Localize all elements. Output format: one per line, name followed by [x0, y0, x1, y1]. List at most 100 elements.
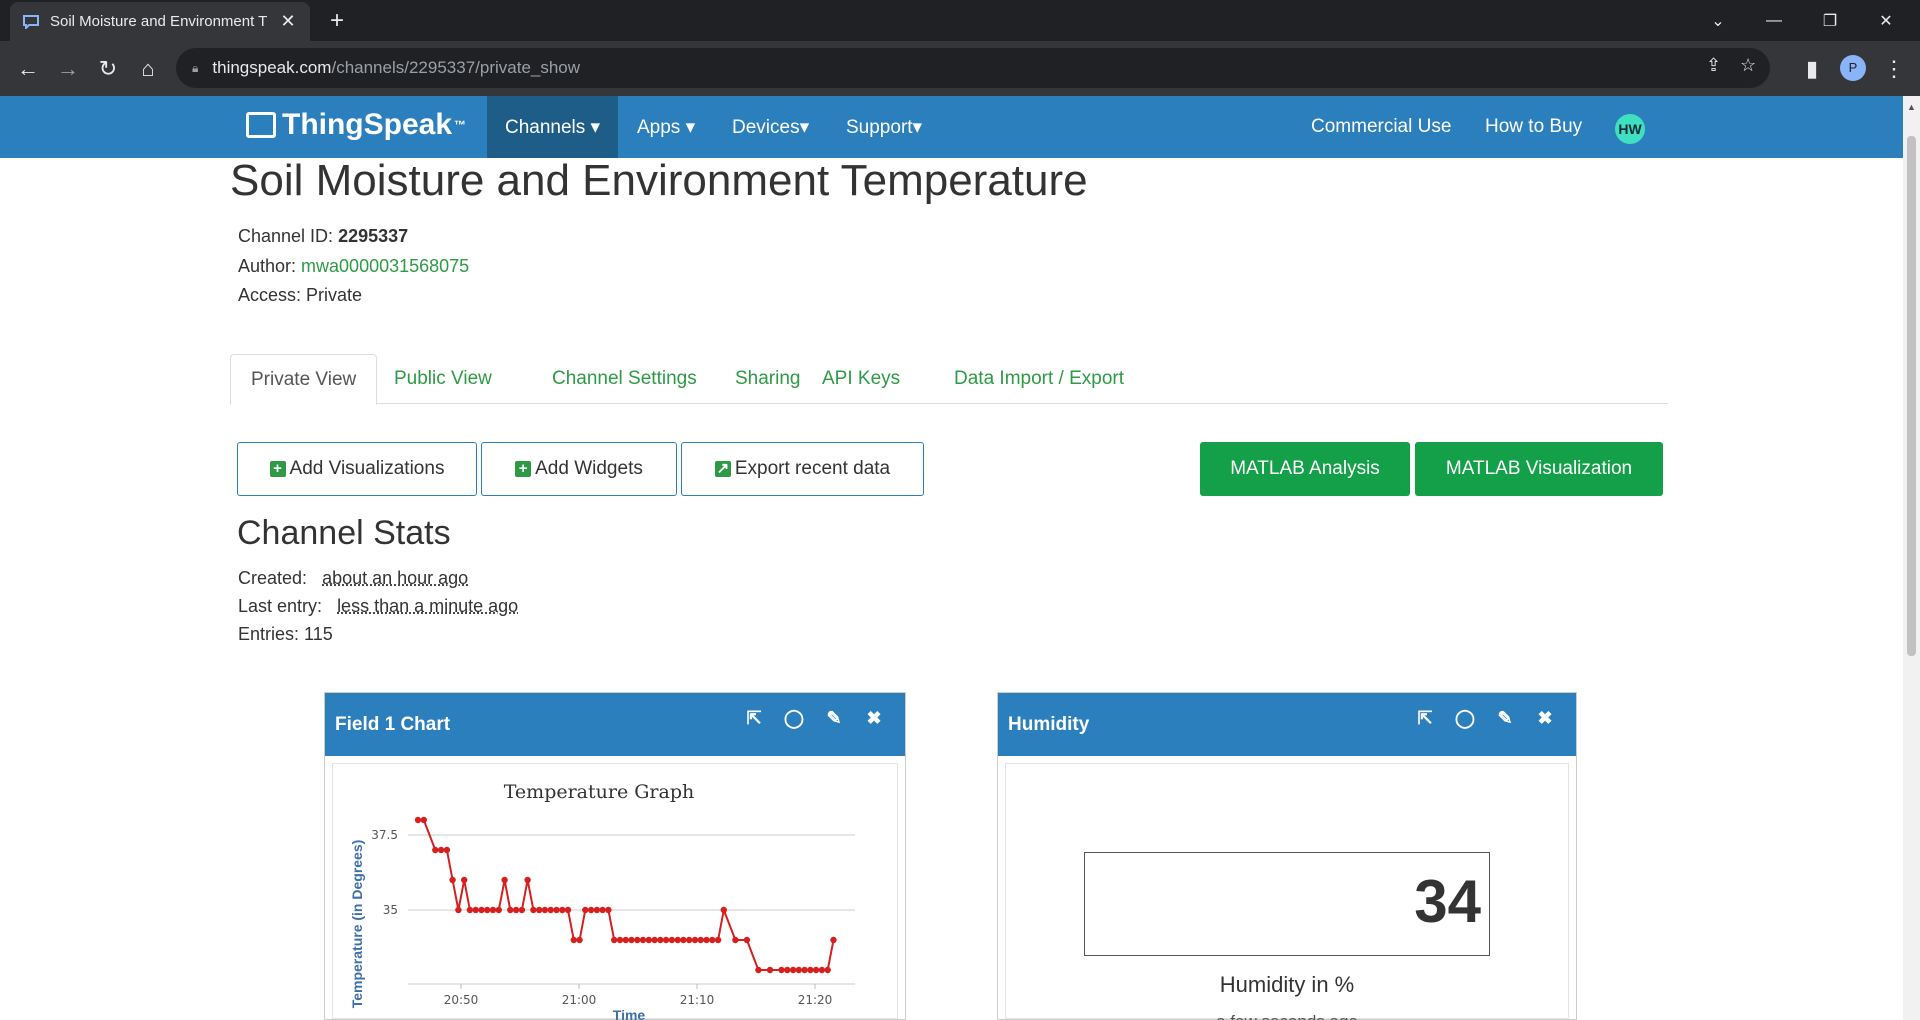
tab-private-view[interactable]: Private View	[230, 354, 378, 405]
chart-title: Temperature Graph	[504, 781, 695, 803]
thingspeak-logo[interactable]: ThingSpeak ™	[246, 108, 466, 142]
new-tab-icon[interactable]: +	[318, 6, 356, 36]
humidity-value-box: 34	[1084, 852, 1490, 956]
forward-icon[interactable]: →	[52, 53, 84, 85]
edit-pencil-icon[interactable]: ✎	[823, 707, 845, 729]
data-point	[639, 936, 647, 944]
minimize-icon[interactable]: —	[1746, 0, 1802, 41]
url-input[interactable]: 🔒︎ thingspeak.com/channels/2295337/priva…	[176, 48, 1770, 88]
data-point	[709, 936, 716, 944]
last-entry-line: Last entry: less than a minute ago	[238, 596, 518, 617]
add-widgets-button[interactable]: + Add Widgets	[481, 442, 677, 496]
humidity-value: 34	[1414, 868, 1481, 935]
export-label: Export recent data	[734, 458, 891, 479]
data-point	[732, 936, 739, 944]
matlab-analysis-button[interactable]: MATLAB Analysis	[1200, 442, 1410, 496]
close-icon[interactable]: ✖	[1534, 707, 1556, 729]
export-icon: ↗	[714, 460, 731, 477]
numeric-display-body: 34 Humidity in % a few seconds ago	[1005, 763, 1569, 1020]
data-point	[518, 906, 526, 914]
data-point	[784, 966, 791, 974]
created-label: Created:	[238, 568, 308, 588]
author-link[interactable]: mwa0000031568075	[301, 256, 469, 276]
data-point	[668, 936, 676, 944]
humidity-panel: Humidity ⇱ ◯ ✎ ✖ 34 Humidity in % a few …	[997, 692, 1577, 1020]
browser-tab[interactable]: Soil Moisture and Environment T ✕	[10, 2, 310, 41]
reload-icon[interactable]: ↻	[92, 53, 124, 85]
data-point	[743, 936, 751, 944]
nav-apps[interactable]: Apps ▾	[619, 96, 713, 158]
data-point	[611, 936, 618, 944]
window-close-icon[interactable]: ✕	[1858, 0, 1914, 41]
data-point	[443, 846, 451, 854]
author-line: Author: mwa0000031568075	[238, 256, 469, 277]
data-point	[472, 906, 479, 914]
close-icon[interactable]: ✖	[863, 707, 885, 729]
menu-icon[interactable]: ⋮	[1878, 53, 1910, 85]
data-point	[789, 966, 797, 974]
scrollbar-thumb[interactable]	[1907, 136, 1916, 656]
nav-commercial-use[interactable]: Commercial Use	[1293, 96, 1469, 158]
nav-devices[interactable]: Devices▾	[714, 96, 827, 158]
comment-icon[interactable]: ◯	[1454, 707, 1476, 729]
lock-icon: 🔒︎	[192, 60, 199, 75]
add-visualizations-button[interactable]: + Add Visualizations	[237, 442, 477, 496]
created-value: about an hour ago	[322, 568, 469, 588]
user-avatar[interactable]: HW	[1615, 114, 1645, 144]
back-icon[interactable]: ←	[12, 53, 44, 85]
data-point	[501, 876, 508, 884]
external-link-icon[interactable]: ⇱	[743, 707, 765, 729]
data-point	[576, 936, 583, 944]
matlab-visualization-button[interactable]: MATLAB Visualization	[1415, 442, 1663, 496]
tab-api-keys[interactable]: API Keys	[802, 354, 920, 404]
side-panel-icon[interactable]: ▮	[1796, 53, 1828, 85]
profile-avatar[interactable]: P	[1840, 55, 1866, 81]
data-point	[720, 906, 727, 914]
url-path: /channels/2295337/private_show	[331, 58, 581, 77]
channel-id-label: Channel ID:	[238, 226, 339, 246]
tab-search-icon[interactable]: ⌄	[1690, 0, 1746, 41]
data-point	[778, 966, 785, 974]
nav-how-to-buy[interactable]: How to Buy	[1467, 96, 1600, 158]
data-point	[547, 906, 554, 914]
y-tick-label: 35	[383, 903, 398, 917]
data-point	[582, 906, 589, 914]
home-icon[interactable]: ⌂	[132, 53, 164, 85]
y-tick-label: 37.5	[371, 828, 398, 842]
plus-icon: +	[515, 461, 532, 477]
scroll-up-arrow-icon[interactable]: ▲	[1907, 102, 1916, 112]
tab-close-icon[interactable]: ✕	[278, 11, 298, 32]
data-point	[478, 906, 485, 914]
external-link-icon[interactable]: ⇱	[1414, 707, 1436, 729]
data-point	[622, 936, 629, 944]
share-icon[interactable]: ⇪	[1706, 55, 1721, 76]
data-point	[766, 966, 774, 974]
export-recent-data-button[interactable]: ↗ Export recent data	[681, 442, 924, 496]
data-point	[466, 906, 474, 914]
bookmark-star-icon[interactable]: ☆	[1740, 55, 1756, 76]
url-host: thingspeak.com	[212, 58, 332, 77]
browser-tab-strip: Soil Moisture and Environment T ✕ + ⌄ — …	[0, 0, 1920, 41]
nav-channels[interactable]: Channels ▾	[487, 96, 619, 158]
data-point	[651, 936, 658, 944]
thingspeak-favicon-icon	[22, 13, 40, 31]
chart-y-axis-label: Temperature (in Degrees)	[349, 840, 365, 1009]
last-entry-value: less than a minute ago	[337, 596, 519, 616]
x-tick-label: 20:50	[444, 993, 479, 1007]
thingspeak-navbar: ThingSpeak ™ Channels ▾ Apps ▾ Devices▾ S…	[0, 96, 1903, 158]
tab-channel-settings[interactable]: Channel Settings	[532, 354, 717, 404]
tab-public-view[interactable]: Public View	[374, 354, 512, 404]
restore-icon[interactable]: ❐	[1802, 0, 1858, 41]
panel-title: Field 1 Chart	[335, 713, 451, 735]
tab-data-import-export[interactable]: Data Import / Export	[934, 354, 1144, 404]
data-point	[680, 936, 687, 944]
x-tick-label: 21:20	[798, 993, 833, 1007]
panel-header: Field 1 Chart ⇱ ◯ ✎ ✖	[325, 693, 905, 756]
page-scrollbar[interactable]: ▲	[1903, 96, 1920, 1020]
nav-support[interactable]: Support▾	[828, 96, 940, 158]
comment-icon[interactable]: ◯	[783, 707, 805, 729]
last-entry-label: Last entry:	[238, 596, 323, 616]
chart-body: Temperature Graph Temperature (in Degree…	[332, 763, 898, 1020]
data-point	[824, 966, 831, 974]
edit-pencil-icon[interactable]: ✎	[1494, 707, 1516, 729]
